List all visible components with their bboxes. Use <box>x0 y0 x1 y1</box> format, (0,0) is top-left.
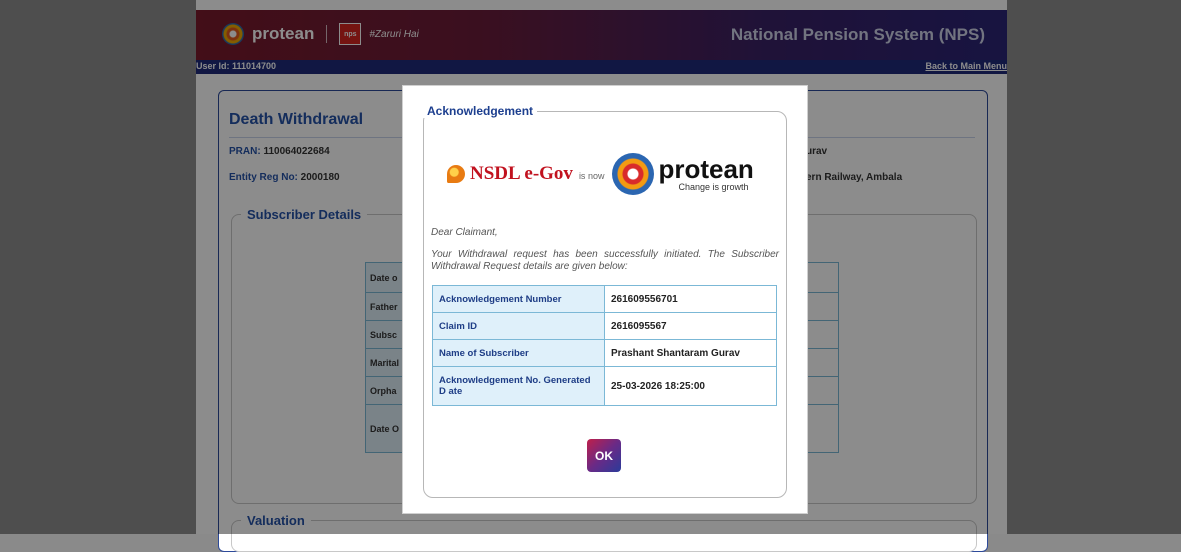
row-label: Name of Subscriber <box>432 339 605 367</box>
row-label: Acknowledgement Number <box>432 285 605 313</box>
nsdl-brand: NSDL e-Gov <box>470 163 573 184</box>
row-value: 261609556701 <box>604 285 777 313</box>
row-value: 25-03-2026 18:25:00 <box>604 366 777 406</box>
row-value: 2616095567 <box>604 312 777 340</box>
protean-wordmark: protean Change is growth <box>658 156 753 192</box>
table-row: Name of Subscriber Prashant Shantaram Gu… <box>432 339 777 367</box>
row-label: Claim ID <box>432 312 605 340</box>
row-value: Prashant Shantaram Gurav <box>604 339 777 367</box>
confirmation-message: Your Withdrawal request has been success… <box>431 249 779 272</box>
dialog-title: Acknowledgement <box>423 104 538 118</box>
ok-button[interactable]: OK <box>587 439 621 472</box>
nsdl-logo-icon <box>447 165 465 183</box>
protean-word: protean <box>658 154 754 184</box>
nsdl-protean-banner: NSDL e-Gov is now protean Change is grow… <box>447 153 754 195</box>
row-label: Acknowledgement No. Generated D ate <box>432 366 605 406</box>
greeting: Dear Claimant, <box>431 227 498 238</box>
protean-tagline: Change is growth <box>678 182 749 192</box>
table-row: Acknowledgement No. Generated D ate 25-0… <box>432 366 777 406</box>
acknowledgement-dialog: Acknowledgement NSDL e-Gov is now protea… <box>402 85 808 514</box>
table-row: Claim ID 2616095567 <box>432 312 777 340</box>
is-now-text: is now <box>578 171 605 181</box>
table-row: Acknowledgement Number 261609556701 <box>432 285 777 313</box>
acknowledgement-table: Acknowledgement Number 261609556701 Clai… <box>432 285 777 406</box>
protean-logo-icon <box>612 153 655 195</box>
